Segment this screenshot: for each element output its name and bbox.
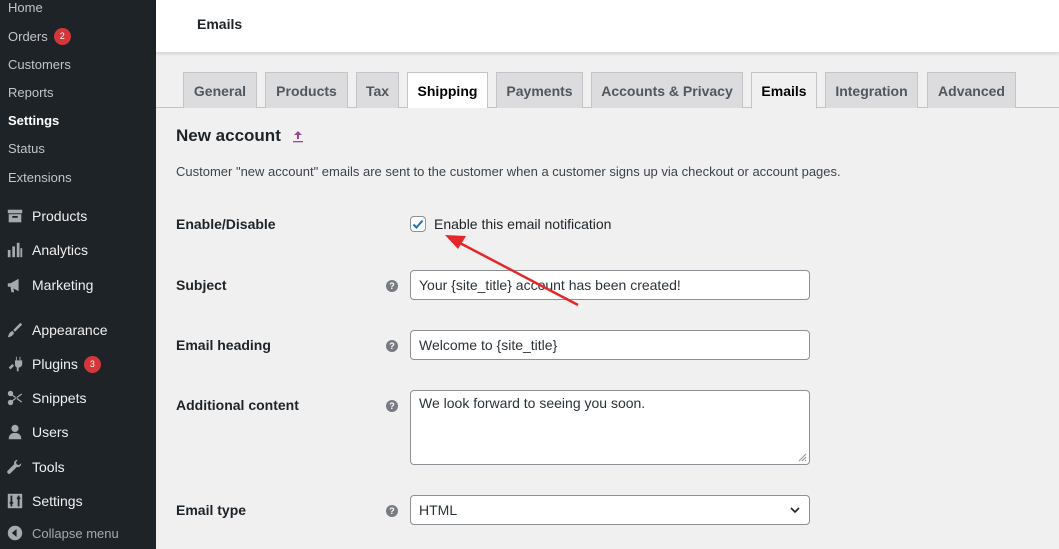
- menu-settings-label: Settings: [32, 493, 83, 509]
- subject-input[interactable]: Your {site_title} account has been creat…: [410, 270, 810, 300]
- tab-shipping[interactable]: Shipping: [407, 72, 488, 108]
- email-heading-input[interactable]: Welcome to {site_title}: [410, 330, 810, 360]
- submenu-orders-label: Orders: [8, 28, 48, 44]
- menu-users[interactable]: Users: [0, 415, 156, 449]
- tab-integration[interactable]: Integration: [825, 72, 918, 108]
- submenu-customers-label: Customers: [8, 56, 71, 72]
- email-type-label: Email type: [176, 502, 247, 518]
- tab-emails[interactable]: Emails: [751, 72, 817, 109]
- megaphone-icon: [5, 275, 25, 295]
- checkmark-icon: [412, 219, 424, 229]
- menu-settings[interactable]: Settings: [0, 484, 156, 518]
- enable-email-checkbox-label[interactable]: Enable this email notification: [434, 216, 611, 232]
- submenu-home-label: Home: [8, 0, 43, 15]
- tab-tax[interactable]: Tax: [356, 72, 399, 108]
- page-header: Emails: [156, 0, 1059, 53]
- email-type-value: HTML: [419, 502, 458, 518]
- menu-appearance-label: Appearance: [32, 322, 108, 338]
- menu-users-label: Users: [32, 424, 69, 440]
- additional-content-text: We look forward to seeing you soon.: [419, 395, 646, 411]
- tab-general[interactable]: General: [183, 72, 257, 108]
- section-title-text: New account: [176, 126, 281, 145]
- tab-products[interactable]: Products: [265, 72, 348, 108]
- plugins-count-badge: 3: [83, 355, 101, 373]
- collapse-menu-button[interactable]: Collapse menu: [0, 521, 156, 545]
- email-heading-label: Email heading: [176, 337, 271, 353]
- scissors-icon: [5, 388, 25, 408]
- submenu-orders[interactable]: Orders 2: [0, 22, 156, 50]
- tab-advanced[interactable]: Advanced: [927, 72, 1016, 108]
- email-type-select[interactable]: HTML: [410, 495, 810, 525]
- email-heading-help-icon[interactable]: ?: [386, 340, 398, 352]
- submenu-settings[interactable]: Settings: [0, 106, 156, 134]
- orders-count-badge: 2: [53, 27, 71, 45]
- enable-disable-label: Enable/Disable: [176, 216, 276, 232]
- chevron-down-icon: [790, 507, 800, 514]
- email-type-help-icon[interactable]: ?: [386, 505, 398, 517]
- submenu-customers[interactable]: Customers: [0, 50, 156, 78]
- user-icon: [5, 422, 25, 442]
- menu-marketing-label: Marketing: [32, 277, 94, 293]
- tab-payments[interactable]: Payments: [496, 72, 583, 108]
- menu-plugins[interactable]: Plugins 3: [0, 347, 156, 381]
- page-header-title: Emails: [197, 16, 243, 32]
- submenu-settings-label: Settings: [8, 112, 60, 128]
- settings-tabs: General Products Tax Shipping Payments A…: [156, 72, 1059, 109]
- additional-content-textarea[interactable]: We look forward to seeing you soon.: [410, 390, 810, 465]
- bar-chart-icon: [5, 240, 25, 260]
- menu-plugins-label: Plugins: [32, 356, 78, 372]
- resize-grip-icon[interactable]: [797, 452, 807, 462]
- subject-label: Subject: [176, 277, 227, 293]
- menu-appearance[interactable]: Appearance: [0, 313, 156, 347]
- menu-tools-label: Tools: [32, 459, 65, 475]
- menu-snippets-label: Snippets: [32, 390, 87, 406]
- submenu-status[interactable]: Status: [0, 134, 156, 162]
- submenu-reports-label: Reports: [8, 84, 54, 100]
- paintbrush-icon: [5, 320, 25, 340]
- archive-icon: [5, 206, 25, 226]
- subject-help-icon[interactable]: ?: [386, 280, 398, 292]
- additional-content-label: Additional content: [176, 397, 299, 413]
- menu-products-label: Products: [32, 208, 88, 224]
- section-title: New account: [176, 126, 305, 146]
- submenu-reports[interactable]: Reports: [0, 78, 156, 106]
- submenu-extensions[interactable]: Extensions: [0, 163, 156, 191]
- collapse-menu-label: Collapse menu: [32, 525, 119, 541]
- section-description: Customer "new account" emails are sent t…: [176, 164, 841, 179]
- menu-analytics[interactable]: Analytics: [0, 233, 156, 267]
- plug-icon: [5, 354, 25, 374]
- menu-marketing[interactable]: Marketing: [0, 268, 156, 302]
- menu-analytics-label: Analytics: [32, 242, 89, 258]
- sliders-icon: [5, 491, 25, 511]
- tab-accounts-privacy[interactable]: Accounts & Privacy: [591, 72, 743, 108]
- submenu-home[interactable]: Home: [0, 0, 156, 21]
- menu-snippets[interactable]: Snippets: [0, 381, 156, 415]
- menu-products[interactable]: Products: [0, 199, 156, 233]
- wrench-icon: [5, 457, 25, 477]
- submenu-status-label: Status: [8, 140, 45, 156]
- menu-tools[interactable]: Tools: [0, 450, 156, 484]
- back-up-icon[interactable]: [291, 129, 305, 143]
- enable-email-checkbox[interactable]: [410, 216, 426, 232]
- collapse-arrow-icon: [5, 523, 25, 543]
- submenu-extensions-label: Extensions: [8, 169, 72, 185]
- admin-sidebar: Home Orders 2 Customers Reports Settings …: [0, 0, 156, 549]
- additional-content-help-icon[interactable]: ?: [386, 400, 398, 412]
